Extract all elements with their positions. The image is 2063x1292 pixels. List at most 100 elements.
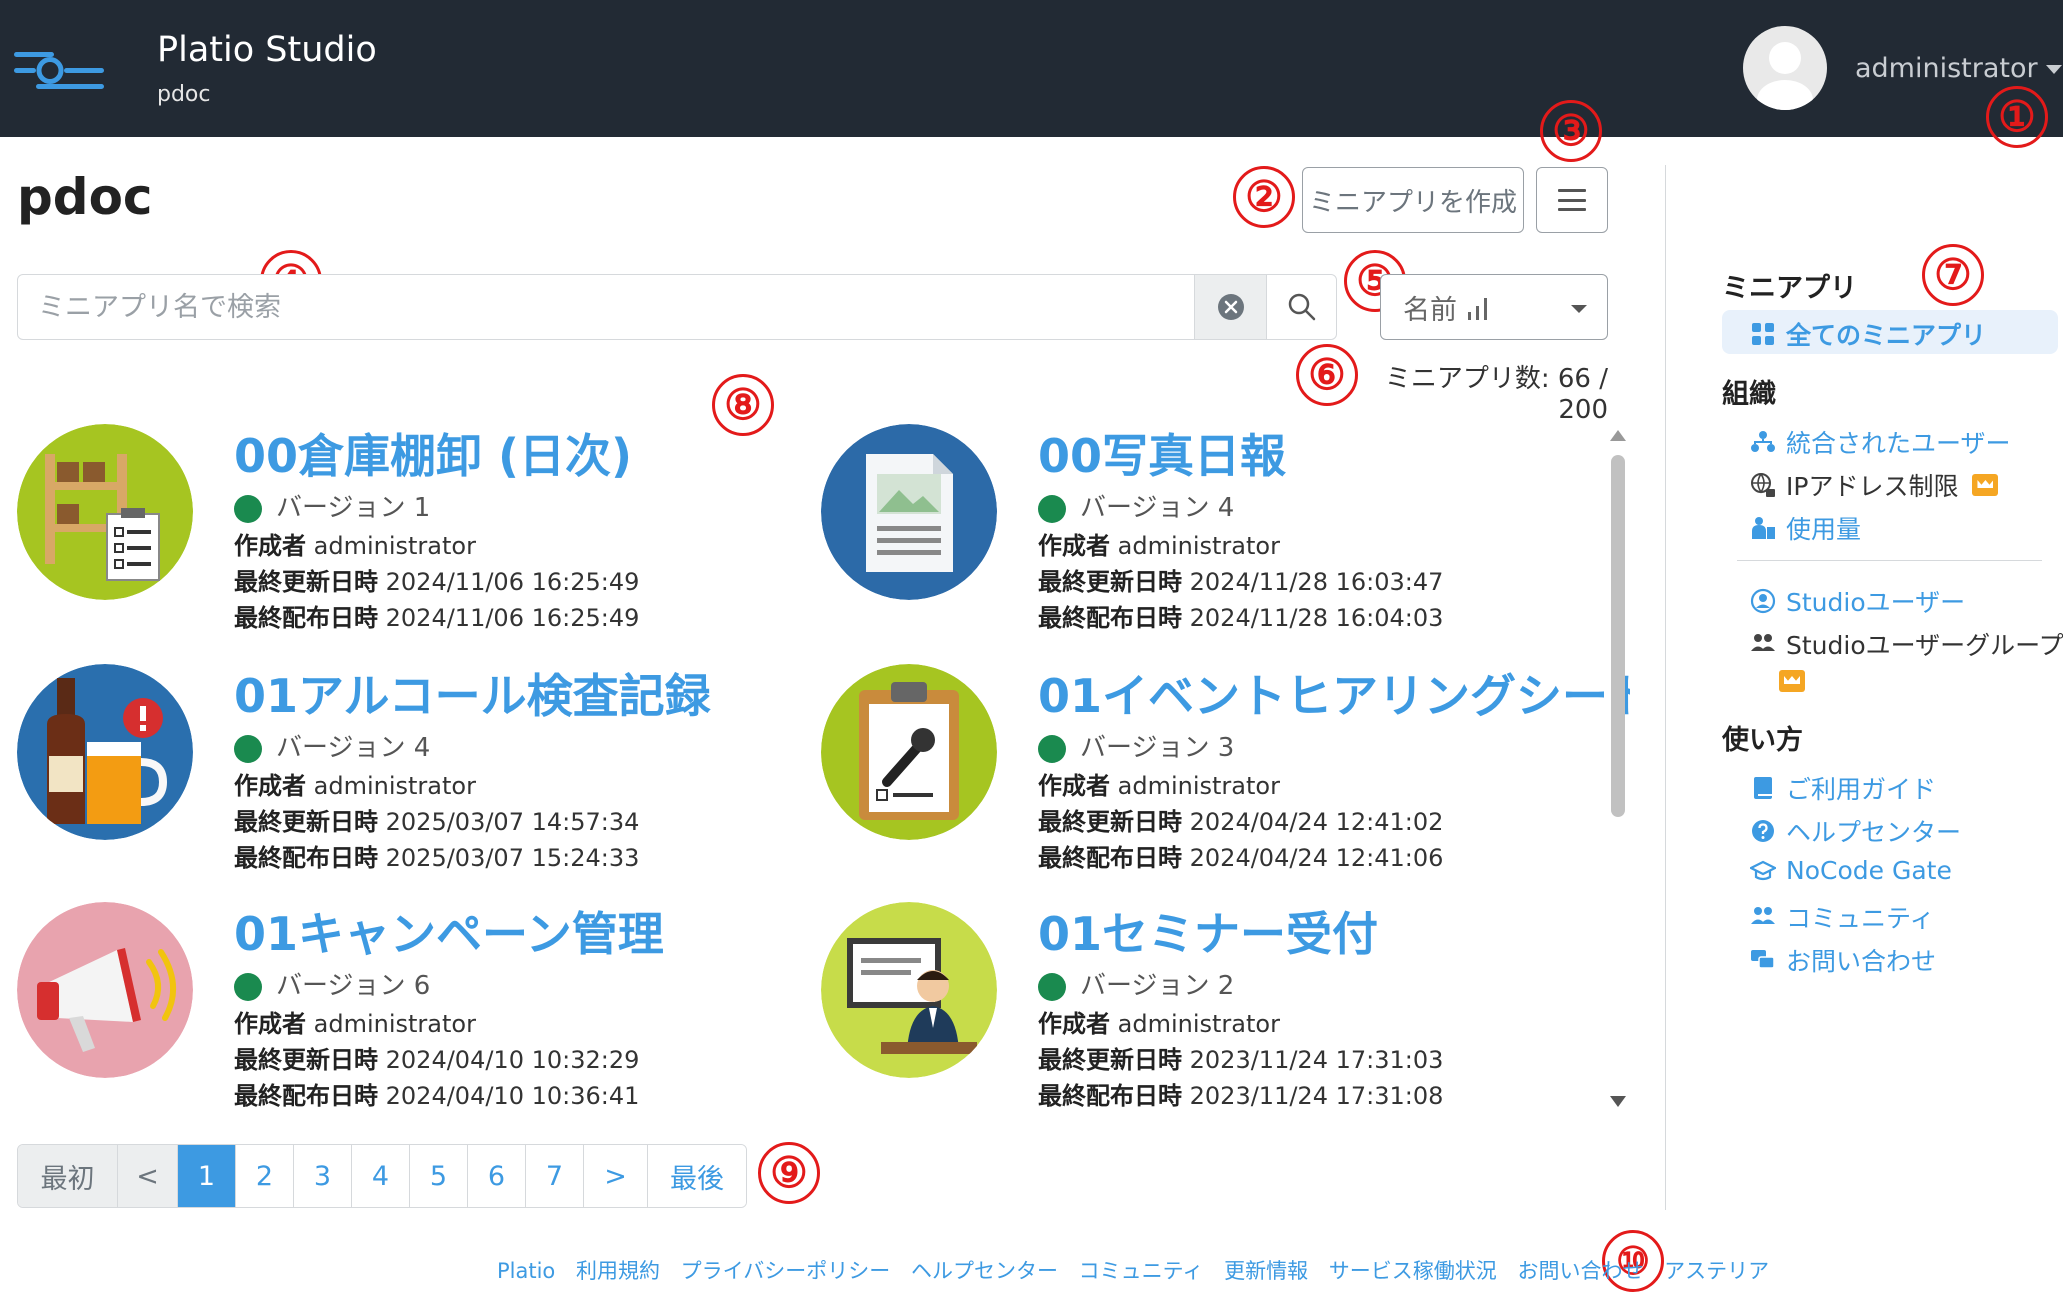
sidebar-item-nocode-gate[interactable]: NoCode Gate: [1750, 856, 1952, 885]
megaphone-icon: [17, 902, 193, 1078]
sidebar-item-integrated-users[interactable]: 統合されたユーザー: [1750, 424, 2011, 460]
sidebar-section-howto: 使い方: [1722, 725, 1803, 756]
page-7[interactable]: 7: [526, 1145, 584, 1207]
chevron-down-icon: [1571, 305, 1587, 313]
miniapp-card[interactable]: 01キャンペーン管理 バージョン 6 作成者 administrator 最終更…: [17, 888, 807, 1110]
page-first[interactable]: 最初: [18, 1145, 118, 1207]
miniapp-name[interactable]: 01イベントヒアリングシート: [1038, 660, 1630, 726]
page-5[interactable]: 5: [410, 1145, 468, 1207]
footer-link-contact[interactable]: お問い合わせ: [1517, 1259, 1643, 1283]
page-next[interactable]: >: [584, 1145, 648, 1207]
miniapp-version: バージョン 3: [1038, 727, 1234, 764]
create-miniapp-button[interactable]: ミニアプリを作成: [1302, 167, 1524, 233]
status-dot-icon: [234, 494, 262, 523]
clipboard-microphone-icon: [821, 664, 997, 840]
footer-link-help[interactable]: ヘルプセンター: [911, 1259, 1058, 1283]
organization-name: pdoc: [157, 82, 211, 107]
miniapp-version: バージョン 2: [1038, 965, 1234, 1002]
sidebar-item-all-miniapps[interactable]: 全てのミニアプリ: [1750, 316, 1986, 352]
miniapp-name[interactable]: 00写真日報: [1038, 420, 1286, 486]
page-4[interactable]: 4: [352, 1145, 410, 1207]
page-6[interactable]: 6: [468, 1145, 526, 1207]
hamburger-icon: [1558, 189, 1586, 211]
miniapp-version: バージョン 1: [234, 487, 430, 524]
miniapp-updated: 最終更新日時 2024/04/10 10:32:29: [234, 1046, 640, 1074]
clear-icon: [1217, 294, 1244, 320]
scroll-up-arrow-icon[interactable]: [1610, 430, 1626, 441]
sort-label: 名前: [1403, 294, 1457, 326]
usage-icon: [1752, 517, 1775, 539]
miniapp-distributed: 最終配布日時 2024/11/28 16:04:03: [1038, 604, 1444, 632]
user-menu-dropdown[interactable]: administrator: [1855, 53, 2062, 84]
miniapp-version: バージョン 6: [234, 965, 430, 1002]
sidebar-item-studio-users[interactable]: Studioユーザー: [1750, 583, 1965, 619]
scroll-down-arrow-icon[interactable]: [1610, 1096, 1626, 1107]
footer-link-status[interactable]: サービス稼働状況: [1329, 1259, 1497, 1283]
platio-logo-icon[interactable]: [14, 48, 104, 94]
pagination: 最初 < 1 2 3 4 5 6 7 > 最後: [17, 1144, 747, 1208]
sidebar-item-contact[interactable]: お問い合わせ: [1750, 942, 1936, 978]
footer-link-community[interactable]: コミュニティ: [1079, 1259, 1204, 1283]
warehouse-shelf-icon: [17, 424, 193, 600]
miniapp-card[interactable]: 01アルコール検査記録 バージョン 4 作成者 administrator 最終…: [17, 650, 807, 872]
page-3[interactable]: 3: [294, 1145, 352, 1207]
graduation-cap-icon: [1750, 860, 1776, 880]
scrollbar-thumb[interactable]: [1611, 455, 1625, 817]
page-last[interactable]: 最後: [648, 1145, 746, 1207]
search-icon: [1288, 293, 1315, 321]
menu-button[interactable]: [1536, 167, 1608, 233]
page-2[interactable]: 2: [236, 1145, 294, 1207]
miniapp-updated: 最終更新日時 2023/11/24 17:31:03: [1038, 1046, 1444, 1074]
user-circle-icon: [1750, 588, 1776, 614]
miniapp-name[interactable]: 01キャンペーン管理: [234, 898, 664, 964]
page-title: pdoc: [17, 168, 153, 226]
sort-select[interactable]: 名前: [1380, 274, 1608, 340]
page-prev[interactable]: <: [118, 1145, 178, 1207]
list-scrollbar[interactable]: [1608, 430, 1628, 1110]
miniapp-card[interactable]: 01イベントヒアリングシート バージョン 3 作成者 administrator…: [821, 650, 1630, 872]
annotation-9: ⑨: [758, 1142, 820, 1204]
footer-link-privacy[interactable]: プライバシーポリシー: [681, 1259, 891, 1283]
status-dot-icon: [1038, 494, 1066, 523]
miniapp-version: バージョン 4: [1038, 487, 1234, 524]
miniapp-name[interactable]: 01セミナー受付: [1038, 898, 1378, 964]
sidebar-item-usage[interactable]: 使用量: [1750, 510, 1861, 546]
premium-crown-icon: [1779, 670, 1805, 692]
miniapp-updated: 最終更新日時 2024/11/28 16:03:47: [1038, 568, 1444, 596]
sidebar-item-studio-user-groups[interactable]: Studioユーザーグループ: [1750, 626, 2063, 662]
question-circle-icon: [1752, 820, 1774, 842]
footer-link-updates[interactable]: 更新情報: [1224, 1259, 1308, 1283]
footer-link-platio[interactable]: Platio: [497, 1259, 555, 1283]
premium-crown-icon: [1972, 474, 1999, 496]
photo-document-icon: [821, 424, 997, 600]
miniapp-name[interactable]: 01アルコール検査記録: [234, 660, 711, 726]
footer-link-terms[interactable]: 利用規約: [576, 1259, 660, 1283]
miniapp-card[interactable]: 00倉庫棚卸 (日次) バージョン 1 作成者 administrator 最終…: [17, 410, 807, 632]
miniapp-author: 作成者 administrator: [234, 532, 476, 560]
miniapp-card[interactable]: 00写真日報 バージョン 4 作成者 administrator 最終更新日時 …: [821, 410, 1611, 632]
footer-links: Platio 利用規約 プライバシーポリシー ヘルプセンター コミュニティ 更新…: [497, 1255, 1783, 1285]
search-button[interactable]: [1266, 275, 1336, 339]
sidebar-item-community[interactable]: コミュニティ: [1750, 899, 1935, 935]
sidebar-item-guide[interactable]: ご利用ガイド: [1750, 770, 1936, 806]
miniapp-author: 作成者 administrator: [234, 1010, 476, 1038]
footer-link-asteria[interactable]: アステリア: [1664, 1259, 1769, 1283]
book-icon: [1754, 777, 1772, 799]
page-1[interactable]: 1: [178, 1145, 236, 1207]
miniapp-list: 00倉庫棚卸 (日次) バージョン 1 作成者 administrator 最終…: [0, 410, 1630, 1110]
sidebar-item-help-center[interactable]: ヘルプセンター: [1750, 813, 1961, 849]
status-dot-icon: [234, 972, 262, 1001]
miniapp-name[interactable]: 00倉庫棚卸 (日次): [234, 420, 632, 486]
search-box: [17, 274, 1337, 340]
miniapp-author: 作成者 administrator: [234, 772, 476, 800]
status-dot-icon: [1038, 734, 1066, 763]
miniapp-card[interactable]: 01セミナー受付 バージョン 2 作成者 administrator 最終更新日…: [821, 888, 1611, 1110]
search-input[interactable]: [18, 275, 1194, 339]
sidebar-item-ip-restriction[interactable]: IPアドレス制限: [1750, 467, 1999, 503]
sidebar-section-miniapp: ミニアプリ: [1722, 273, 1857, 304]
user-avatar-icon[interactable]: [1743, 26, 1827, 110]
app-title: Platio Studio: [157, 30, 377, 70]
miniapp-version: バージョン 4: [234, 727, 430, 764]
clear-search-button[interactable]: [1194, 275, 1266, 339]
community-icon: [1751, 907, 1775, 924]
